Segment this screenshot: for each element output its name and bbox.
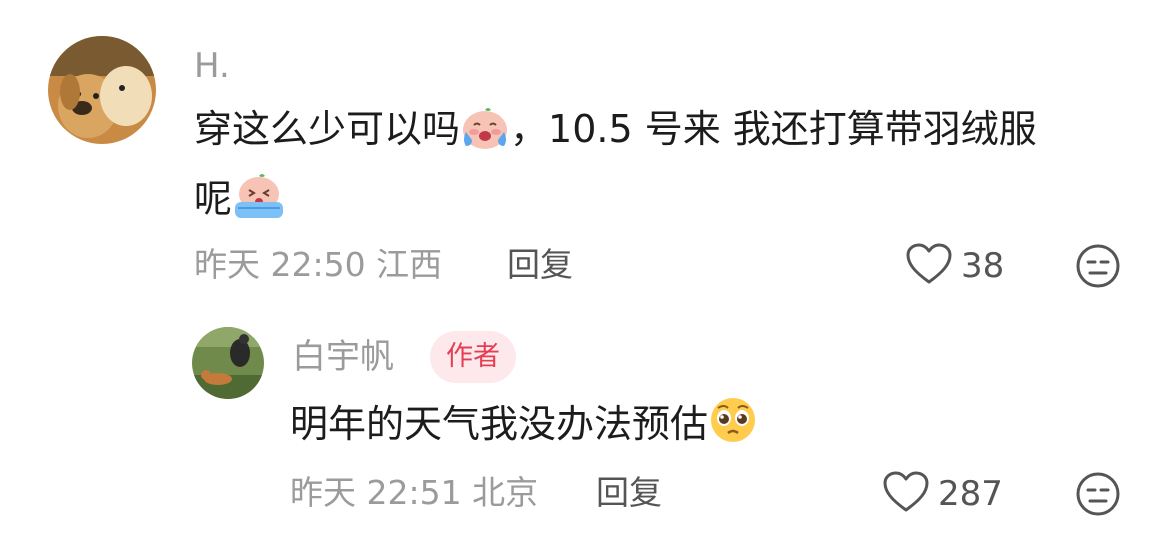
comment-location: 江西 <box>376 245 443 284</box>
heart-icon <box>905 242 953 290</box>
reply-dislike-button[interactable] <box>1075 471 1121 521</box>
reply-like-button[interactable]: 287 <box>882 468 1003 520</box>
sobbing-baby-emoji <box>232 172 286 238</box>
reply-like-count: 287 <box>938 474 1003 514</box>
comment-text: 穿这么少可以吗 ，10.5 号来 我还打算带羽绒服 呢 <box>194 98 1124 238</box>
reply-location: 北京 <box>472 473 539 512</box>
comment-username[interactable]: H. <box>194 46 230 86</box>
neutral-face-icon <box>1075 472 1121 521</box>
reply-time: 昨天 22:51 <box>290 473 462 512</box>
reply-meta: 昨天 22:51 北京 <box>290 473 538 513</box>
reply-avatar[interactable] <box>192 327 264 399</box>
comment-like-button[interactable]: 38 <box>905 240 1004 292</box>
comment-text-part1: 穿这么少可以吗 <box>194 107 461 151</box>
comment-text-part2: ，10.5 号来 我还打算带羽绒服 <box>510 107 1037 151</box>
comment-time: 昨天 22:50 <box>194 245 366 284</box>
avatar[interactable] <box>48 36 156 144</box>
comment-text-part3: 呢 <box>194 177 233 221</box>
comment-like-count: 38 <box>961 246 1005 286</box>
comment-reply-button[interactable]: 回复 <box>507 245 573 285</box>
reply-username[interactable]: 白宇帆 <box>292 337 394 377</box>
comment-meta: 昨天 22:50 江西 <box>194 245 442 285</box>
author-badge: 作者 <box>430 331 516 383</box>
dislike-button[interactable] <box>1075 243 1121 293</box>
heart-icon <box>882 470 930 518</box>
neutral-face-icon <box>1075 244 1121 293</box>
pleading-face-emoji <box>708 395 758 463</box>
reply-text-content: 明年的天气我没办法预估 <box>290 402 709 446</box>
reply-reply-button[interactable]: 回复 <box>596 473 662 513</box>
reply-text: 明年的天气我没办法预估 <box>290 393 1090 463</box>
crying-baby-emoji <box>460 106 510 168</box>
